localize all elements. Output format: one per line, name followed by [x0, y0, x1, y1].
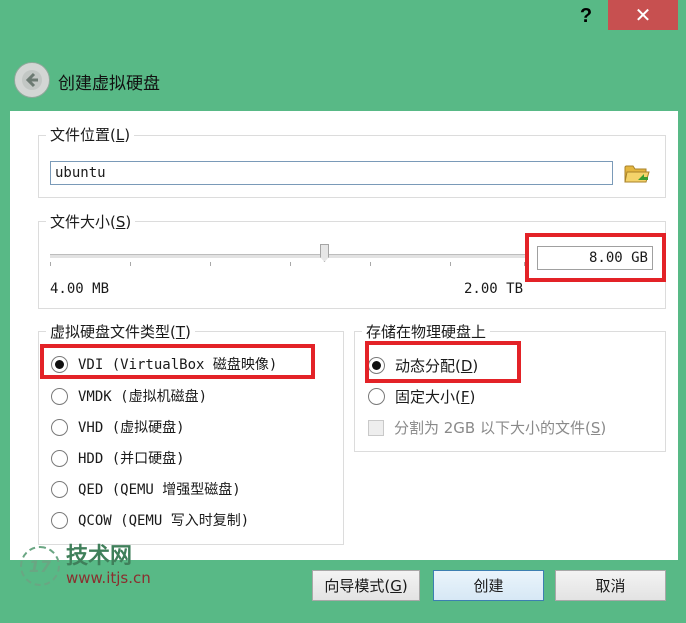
radio-qcow[interactable]: QCOW (QEMU 写入时复制)	[51, 510, 249, 530]
radio-vhd-label: VHD (虚拟硬盘)	[78, 420, 185, 436]
size-min-label: 4.00 MB	[50, 281, 110, 297]
file-location-title: 文件位置(L)	[46, 124, 135, 145]
folder-icon	[624, 165, 650, 183]
radio-circle[interactable]	[51, 449, 68, 467]
split-checkbox[interactable]: 分割为 2GB 以下大小的文件(S)	[368, 417, 606, 438]
radio-hdd[interactable]: HDD (并口硬盘)	[51, 448, 185, 468]
radio-fixed[interactable]: 固定大小(F)	[368, 386, 475, 407]
highlight-dynamic	[365, 341, 521, 383]
disk-type-title: 虚拟硬盘文件类型(T)	[46, 321, 195, 342]
create-button[interactable]: 创建	[433, 570, 544, 601]
highlight-vdi	[40, 344, 315, 379]
help-button[interactable]: ?	[568, 2, 604, 30]
checkbox-box[interactable]	[368, 419, 384, 436]
radio-circle[interactable]	[51, 480, 68, 498]
close-button[interactable]: ✕	[608, 0, 678, 30]
radio-qcow-label: QCOW (QEMU 写入时复制)	[78, 513, 250, 529]
split-checkbox-label: 分割为 2GB 以下大小的文件(S)	[394, 419, 607, 437]
radio-vmdk[interactable]: VMDK (虚拟机磁盘)	[51, 386, 207, 406]
watermark-brand: 技术网	[66, 544, 133, 569]
radio-fixed-label: 固定大小(F)	[395, 388, 476, 406]
radio-circle[interactable]	[51, 418, 68, 436]
radio-circle[interactable]	[51, 511, 68, 529]
highlight-size	[525, 233, 666, 282]
back-button[interactable]	[14, 62, 50, 98]
radio-hdd-label: HDD (并口硬盘)	[78, 451, 185, 467]
file-location-input[interactable]: ubuntu	[50, 161, 613, 185]
radio-circle[interactable]	[368, 388, 385, 405]
radio-qed[interactable]: QED (QEMU 增强型磁盘)	[51, 479, 241, 499]
radio-vhd[interactable]: VHD (虚拟硬盘)	[51, 417, 185, 437]
watermark-logo-icon: 17	[20, 546, 60, 586]
radio-vmdk-label: VMDK (虚拟机磁盘)	[78, 389, 208, 405]
watermark-url: www.itjs.cn	[66, 569, 151, 587]
size-max-label: 2.00 TB	[464, 281, 524, 297]
content-panel: 文件位置(L) ubuntu 文件大小(S) 4.00 MB 2.00 TB 8…	[10, 111, 678, 560]
radio-qed-label: QED (QEMU 增强型磁盘)	[78, 482, 241, 498]
browse-folder-button[interactable]	[624, 162, 650, 188]
close-icon: ✕	[634, 3, 652, 27]
file-size-title: 文件大小(S)	[46, 211, 136, 232]
back-arrow-icon	[22, 70, 42, 90]
storage-title: 存储在物理硬盘上	[362, 321, 491, 342]
watermark: 17 技术网 www.itjs.cn	[20, 545, 151, 587]
cancel-button[interactable]: 取消	[555, 570, 666, 601]
expert-mode-button[interactable]: 向导模式(G)	[312, 570, 420, 601]
radio-circle[interactable]	[51, 387, 68, 405]
wizard-title: 创建虚拟硬盘	[58, 74, 160, 94]
